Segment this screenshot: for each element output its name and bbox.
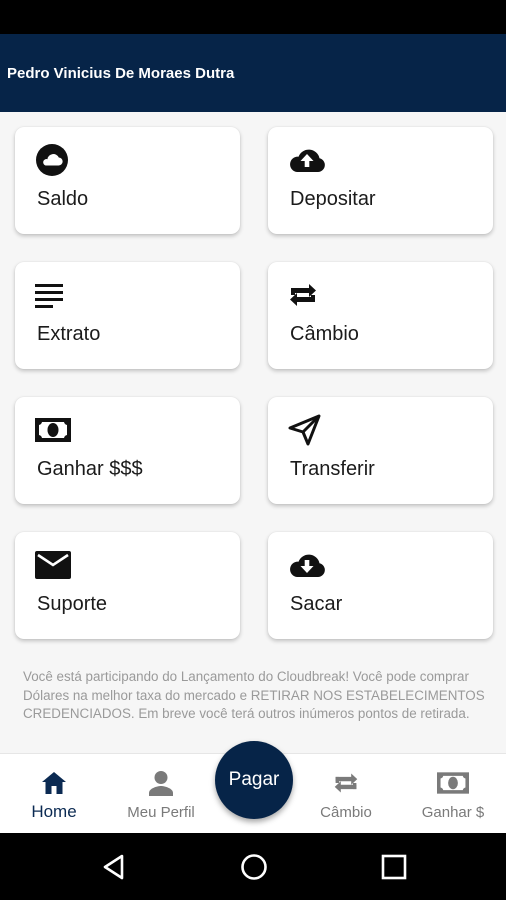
app-title: Pedro Vinicius De Moraes Dutra [7,64,235,82]
suporte-card[interactable]: Suporte [15,532,240,639]
swap-arrows-icon [288,278,326,312]
nav-home-label: Home [31,802,77,821]
extrato-label: Extrato [37,323,101,345]
cloud-icon [35,143,73,177]
text-lines-icon [35,278,73,312]
nav-profile[interactable]: Meu Perfil [115,754,207,834]
pagar-label: Pagar [228,769,280,790]
recents-icon[interactable] [378,851,410,883]
ganhar-card[interactable]: Ganhar $$$ [15,397,240,504]
transferir-card[interactable]: Transferir [268,397,493,504]
suporte-label: Suporte [37,593,108,615]
swap-arrows-icon [333,768,359,798]
ganhar-label: Ganhar $$$ [37,458,143,480]
email-icon [35,548,73,582]
nav-home[interactable]: Home [14,754,94,834]
sacar-card[interactable]: Sacar [268,532,493,639]
nav-ganhar[interactable]: Ganhar $ [412,754,494,834]
depositar-card[interactable]: Depositar [268,127,493,234]
money-bill-icon [35,413,73,447]
home-circle-icon[interactable] [238,851,270,883]
transferir-label: Transferir [290,458,375,480]
status-bar [0,0,506,34]
depositar-label: Depositar [290,188,376,210]
cambio-label: Câmbio [290,323,359,345]
person-icon [148,768,174,798]
info-text: Você está participando do Lançamento do … [23,669,485,721]
nav-ganhar-label: Ganhar $ [421,804,485,821]
extrato-card[interactable]: Extrato [15,262,240,369]
system-nav-bar [0,833,506,900]
send-icon [288,413,326,447]
home-icon [41,768,67,798]
cambio-card[interactable]: Câmbio [268,262,493,369]
cloud-upload-icon [288,143,326,177]
pagar-button[interactable]: Pagar [215,741,293,819]
main-content: Saldo Depositar Extrato Câmbio Ganhar $$… [0,112,506,753]
money-bill-icon [437,768,469,798]
nav-cambio-label: Câmbio [320,804,372,821]
saldo-label: Saldo [37,188,89,210]
back-icon[interactable] [98,851,130,883]
sacar-label: Sacar [290,593,343,615]
cloud-download-icon [288,548,326,582]
app-bar: Pedro Vinicius De Moraes Dutra [0,34,506,112]
nav-profile-label: Meu Perfil [127,804,195,821]
saldo-card[interactable]: Saldo [15,127,240,234]
nav-cambio[interactable]: Câmbio [306,754,386,834]
